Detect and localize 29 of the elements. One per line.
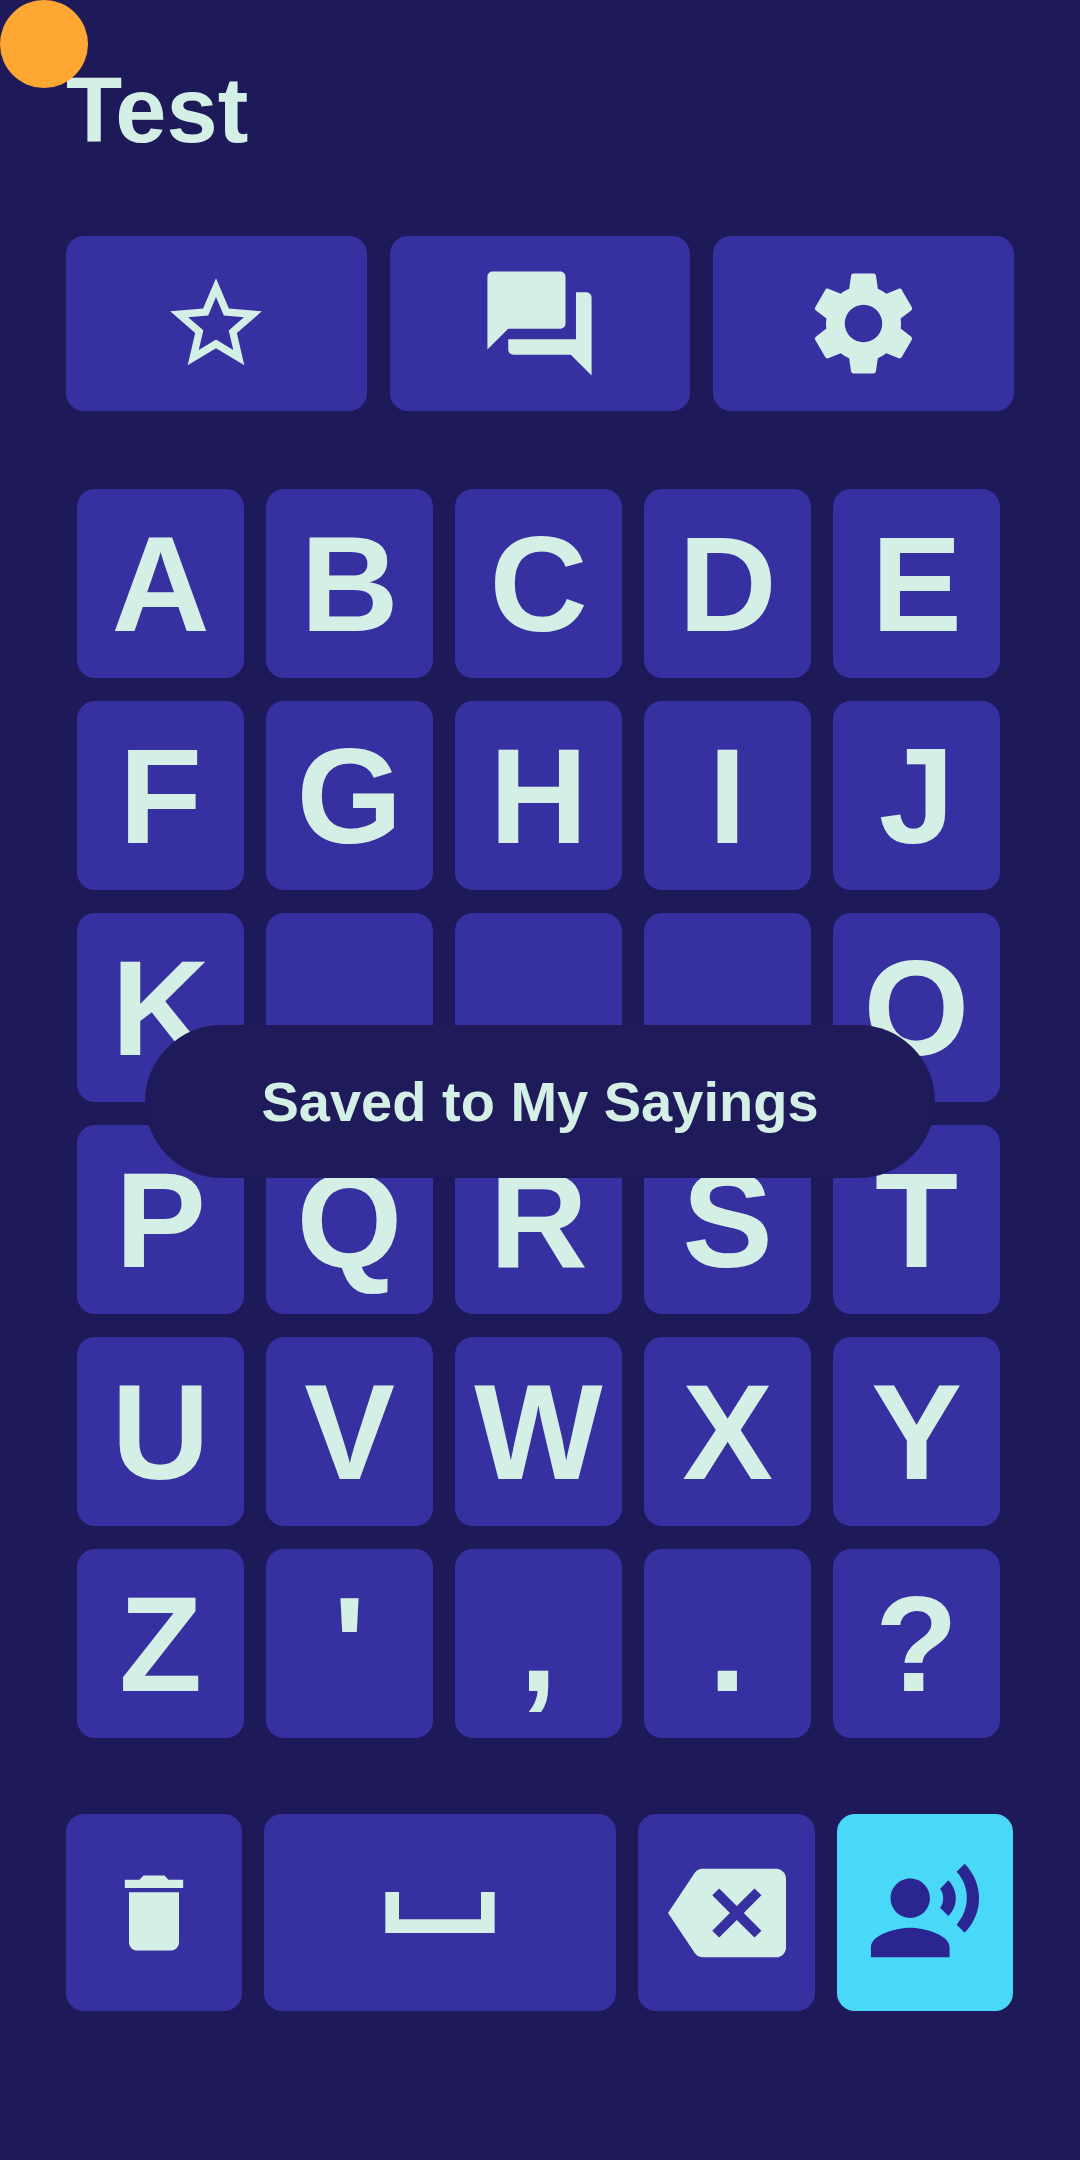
key-button[interactable]: X xyxy=(644,1337,811,1526)
key-button[interactable]: ? xyxy=(833,1549,1000,1738)
space-bar-icon xyxy=(385,1892,495,1933)
key-button[interactable]: Z xyxy=(77,1549,244,1738)
key-button[interactable]: B xyxy=(266,489,433,678)
key-button[interactable]: I xyxy=(644,701,811,890)
page-title: Test xyxy=(66,58,249,156)
key-button[interactable]: . xyxy=(644,1549,811,1738)
key-button[interactable]: W xyxy=(455,1337,622,1526)
settings-button[interactable] xyxy=(713,236,1014,411)
key-button[interactable]: F xyxy=(77,701,244,890)
key-button[interactable]: E xyxy=(833,489,1000,678)
key-button[interactable]: G xyxy=(266,701,433,890)
key-button[interactable]: C xyxy=(455,489,622,678)
key-button[interactable]: Y xyxy=(833,1337,1000,1526)
space-button[interactable] xyxy=(264,1814,616,2011)
key-button[interactable]: ' xyxy=(266,1549,433,1738)
key-button[interactable]: A xyxy=(77,489,244,678)
speak-button[interactable] xyxy=(837,1814,1013,2011)
clear-button[interactable] xyxy=(66,1814,242,2011)
chat-button[interactable] xyxy=(389,236,691,411)
key-button[interactable]: H xyxy=(455,701,622,890)
backspace-button[interactable] xyxy=(638,1814,815,2011)
key-button[interactable]: J xyxy=(833,701,1000,890)
favorites-button[interactable] xyxy=(66,236,367,411)
key-button[interactable]: , xyxy=(455,1549,622,1738)
key-button[interactable]: D xyxy=(644,489,811,678)
key-button[interactable]: U xyxy=(77,1337,244,1526)
key-button[interactable]: V xyxy=(266,1337,433,1526)
